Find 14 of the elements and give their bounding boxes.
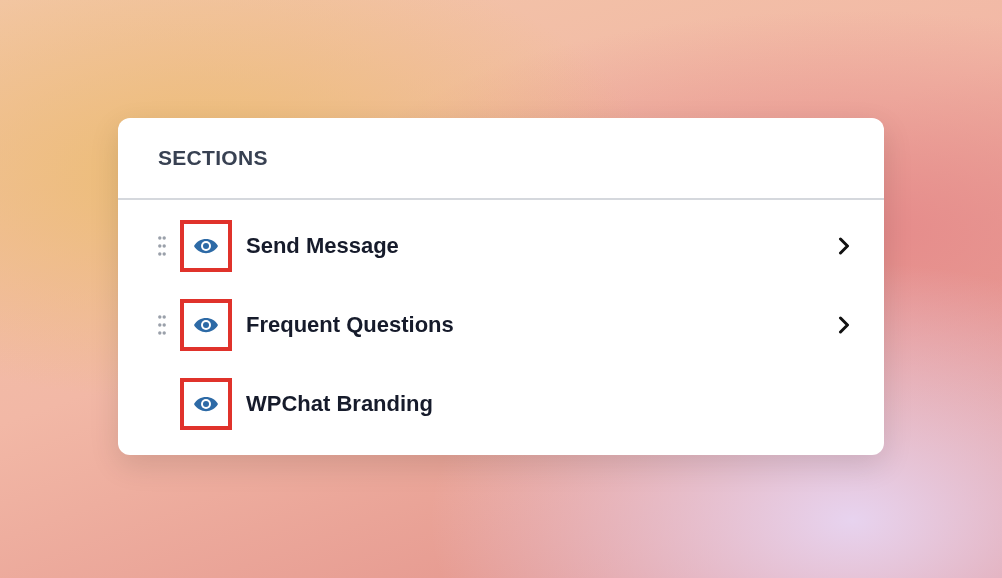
eye-icon bbox=[193, 237, 219, 254]
drag-handle-icon[interactable] bbox=[158, 314, 166, 335]
section-label: Send Message bbox=[246, 232, 400, 260]
chevron-right-icon[interactable] bbox=[838, 236, 850, 255]
section-label: Frequent Questions bbox=[246, 311, 455, 339]
section-label: WPChat Branding bbox=[246, 390, 434, 418]
chevron-right-icon[interactable] bbox=[838, 315, 850, 334]
visibility-toggle[interactable] bbox=[180, 219, 232, 272]
visibility-toggle[interactable] bbox=[180, 377, 232, 430]
drag-handle-icon[interactable] bbox=[158, 235, 166, 256]
eye-icon bbox=[193, 395, 219, 412]
eye-icon bbox=[193, 316, 219, 333]
visibility-toggle[interactable] bbox=[180, 298, 232, 351]
panel-title: SECTIONS bbox=[158, 145, 268, 172]
